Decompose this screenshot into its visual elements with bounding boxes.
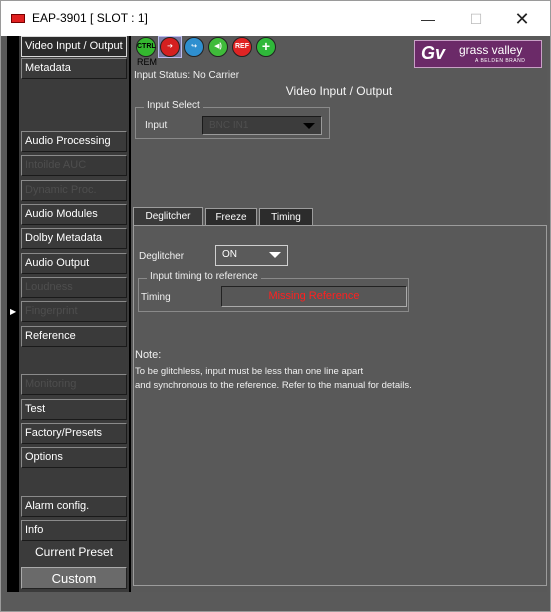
tab-freeze[interactable]: Freeze bbox=[205, 208, 257, 226]
tab-timing[interactable]: Timing bbox=[259, 208, 313, 226]
input-select-value: BNC IN1 bbox=[209, 120, 249, 131]
logo-sub-text: A BELDEN BRAND bbox=[475, 58, 526, 64]
deglitcher-label: Deglitcher bbox=[139, 251, 185, 262]
current-preset-label: Current Preset bbox=[34, 545, 114, 559]
sidebar-item-audio-processing[interactable]: Audio Processing bbox=[21, 131, 127, 152]
sidebar-item-dynamic-proc: Dynamic Proc. bbox=[21, 180, 127, 201]
page-title: Video Input / Output bbox=[285, 84, 393, 98]
collapse-bar[interactable]: ▶ bbox=[7, 36, 19, 592]
sidebar-item-dolby-metadata[interactable]: Dolby Metadata bbox=[21, 228, 127, 249]
sidebar-item-options[interactable]: Options bbox=[21, 447, 127, 468]
gv-logo-mark: Gv bbox=[421, 43, 446, 63]
sidebar-item-loudness: Loudness bbox=[21, 277, 127, 298]
rem-label: REM bbox=[137, 57, 157, 67]
sidebar-item-audio-modules[interactable]: Audio Modules bbox=[21, 204, 127, 225]
title-bar: EAP-3901 [ SLOT : 1] — ☐ ✕ bbox=[0, 0, 551, 36]
tab-deglitcher[interactable]: Deglitcher bbox=[133, 207, 203, 227]
minimize-button[interactable]: — bbox=[405, 7, 451, 33]
audio-icon[interactable]: ◀) bbox=[208, 37, 228, 57]
current-preset-value: Custom bbox=[21, 567, 127, 589]
ctrl-icon[interactable]: CTRL bbox=[136, 37, 156, 57]
sidebar-item-intoilde-auc: Intoilde AUC bbox=[21, 155, 127, 176]
sidebar: Video Input / Output Metadata Audio Proc… bbox=[19, 36, 131, 592]
sidebar-item-alarm-config[interactable]: Alarm config. bbox=[21, 496, 127, 517]
sidebar-item-metadata[interactable]: Metadata bbox=[21, 58, 127, 79]
input-status: Input Status: No Carrier bbox=[134, 70, 240, 81]
input-timing-group: Input timing to reference Timing Missing… bbox=[138, 271, 409, 312]
note-line-1: To be glitchless, input must be less tha… bbox=[135, 366, 364, 377]
input-select-group: Input Select Input BNC IN1 bbox=[135, 100, 330, 139]
sidebar-item-monitoring: Monitoring bbox=[21, 374, 127, 395]
sidebar-item-video-input-output[interactable]: Video Input / Output bbox=[21, 36, 127, 57]
sidebar-item-info[interactable]: Info bbox=[21, 520, 127, 541]
sidebar-item-reference[interactable]: Reference bbox=[21, 326, 127, 347]
input-timing-legend: Input timing to reference bbox=[147, 271, 261, 282]
expand-arrow-icon[interactable]: ▶ bbox=[10, 307, 16, 316]
note-line-2: and synchronous to the reference. Refer … bbox=[135, 380, 412, 391]
chevron-down-icon bbox=[303, 123, 315, 129]
next-arrow-icon[interactable]: ➔ bbox=[160, 37, 180, 57]
deglitcher-tab-panel: Deglitcher ON Input timing to reference … bbox=[133, 225, 547, 586]
timing-status: Missing Reference bbox=[221, 286, 407, 307]
input-select-legend: Input Select bbox=[144, 100, 203, 111]
timing-label: Timing bbox=[141, 292, 171, 303]
add-icon[interactable]: + bbox=[256, 37, 276, 57]
grass-valley-logo: Gv grass valley A BELDEN BRAND bbox=[414, 40, 542, 68]
note-title: Note: bbox=[135, 349, 162, 361]
main-frame: ▶ Video Input / Output Metadata Audio Pr… bbox=[0, 36, 551, 612]
chevron-down-icon bbox=[269, 252, 281, 258]
window-title: EAP-3901 [ SLOT : 1] bbox=[32, 11, 148, 25]
sidebar-item-audio-output[interactable]: Audio Output bbox=[21, 253, 127, 274]
input-select-dropdown[interactable]: BNC IN1 bbox=[202, 116, 322, 135]
sidebar-item-test[interactable]: Test bbox=[21, 399, 127, 420]
sidebar-item-fingerprint: Fingerprint bbox=[21, 301, 127, 322]
move-icon[interactable]: ↪ bbox=[184, 37, 204, 57]
logo-brand-text: grass valley bbox=[459, 43, 523, 57]
maximize-button[interactable]: ☐ bbox=[453, 7, 499, 33]
deglitcher-dropdown[interactable]: ON bbox=[215, 245, 288, 266]
input-label: Input bbox=[145, 120, 168, 131]
close-button[interactable]: ✕ bbox=[499, 7, 545, 33]
deglitcher-value: ON bbox=[222, 249, 237, 260]
sidebar-item-factory-presets[interactable]: Factory/Presets bbox=[21, 423, 127, 444]
ref-icon[interactable]: REF bbox=[232, 37, 252, 57]
app-icon bbox=[11, 14, 25, 23]
content-panel: CTRL ➔ ↪ ◀) REF + REM Gv grass valley A … bbox=[131, 36, 547, 592]
